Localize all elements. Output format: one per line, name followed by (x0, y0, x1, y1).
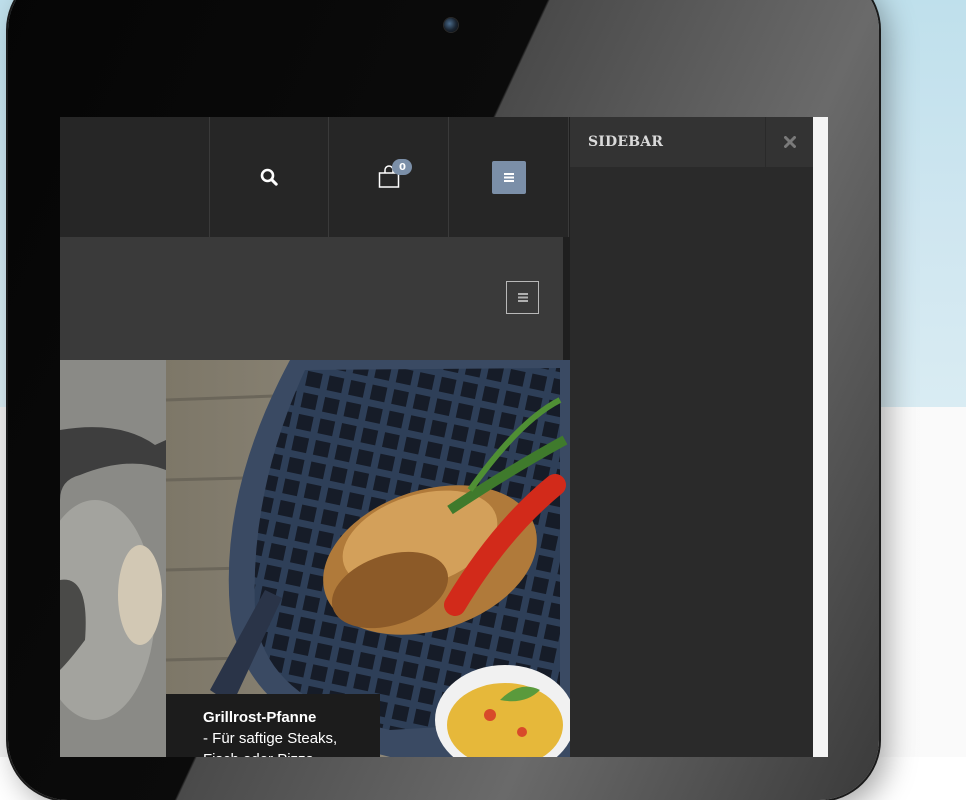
menu-toggle-cell (449, 117, 569, 237)
tablet-screen: 0 Grillrost-Pfanne - Für saftige Steaks,… (60, 117, 828, 757)
sidebar-title: SIDEBAR (588, 134, 664, 150)
search-button[interactable] (210, 117, 330, 237)
logo-area[interactable] (60, 117, 210, 237)
search-icon (260, 168, 278, 186)
caption-line: - Für saftige Steaks, (203, 730, 338, 747)
main-menu-button[interactable] (506, 281, 539, 314)
hamburger-icon (517, 293, 528, 302)
camera-icon (444, 18, 458, 32)
sidebar-panel: SIDEBAR (570, 117, 813, 757)
hamburger-icon (503, 172, 514, 182)
sidebar-header: SIDEBAR (570, 117, 813, 167)
hero-slider[interactable]: Grillrost-Pfanne - Für saftige Steaks, F… (60, 360, 570, 757)
sidebar-toggle-button[interactable] (491, 160, 526, 194)
hero-caption: Grillrost-Pfanne - Für saftige Steaks, F… (166, 694, 380, 757)
top-bar: 0 (60, 117, 569, 237)
site-header (60, 237, 563, 360)
caption-title: Grillrost-Pfanne (203, 709, 317, 726)
cart-count-badge: 0 (392, 159, 413, 175)
close-icon (783, 136, 796, 148)
caption-line: Fisch oder Pizza (203, 749, 380, 757)
screen-edge (813, 117, 828, 757)
cart-button[interactable]: 0 (329, 117, 450, 237)
sidebar-close-button[interactable] (765, 117, 813, 167)
